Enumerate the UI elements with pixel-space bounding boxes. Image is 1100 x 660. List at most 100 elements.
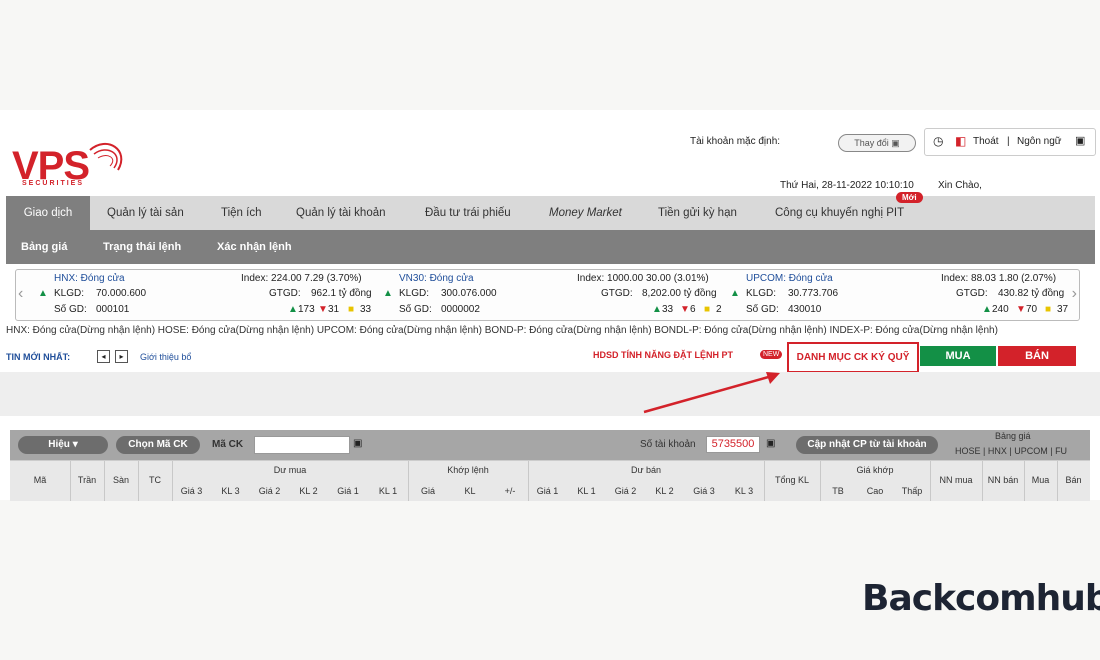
buy-button[interactable]: MUA (920, 346, 996, 366)
up-count: 33 (662, 304, 674, 315)
col-sell: Bán (1065, 475, 1082, 485)
down-count: 70 (1026, 304, 1038, 315)
bid-vol-3: KL 3 (221, 486, 240, 496)
code-label: Mã CK (212, 439, 244, 450)
stock-code-input[interactable] (254, 436, 350, 454)
sub-nav: Bảng giá Trạng thái lệnh Xác nhận lệnh (6, 230, 1095, 264)
down-count: 31 (328, 304, 340, 315)
account-number-field[interactable]: 5735500 (706, 436, 760, 453)
ask-vol-1: KL 1 (577, 486, 596, 496)
down-count-icon: ▼ (680, 304, 690, 315)
sogd-label: Số GD: (399, 304, 432, 315)
ticker-index: Index: 88.03 1.80 (2.07%) (941, 273, 1057, 284)
new-tag: NEW (760, 350, 783, 359)
change-account-button[interactable]: Thay đổi ▣ (838, 134, 916, 152)
bid-price-3: Giá 3 (180, 486, 203, 496)
up-count: 173 (298, 304, 315, 315)
flat-count-icon: ■ (704, 304, 711, 315)
sogd-value: 430010 (788, 304, 822, 315)
up-count: 240 (992, 304, 1009, 315)
ask-vol-2: KL 2 (655, 486, 674, 496)
code-search-icon[interactable]: ▣ (353, 438, 362, 449)
nav-bond-investment[interactable]: Đầu tư trái phiếu (425, 196, 511, 230)
board-hnx[interactable]: HNX (988, 446, 1007, 456)
ask-vol-3: KL 3 (734, 486, 754, 496)
nav-term-deposit[interactable]: Tiền gửi kỳ hạn (658, 196, 737, 230)
bid-vol-2: KL 2 (299, 486, 318, 496)
nav-pit-tool[interactable]: Công cụ khuyến nghị PIT (775, 196, 904, 230)
default-account-label: Tài khoản mặc định: (690, 136, 781, 147)
language-link[interactable]: Ngôn ngữ (1017, 136, 1062, 147)
logout-icon[interactable]: ◧ (955, 134, 966, 148)
ticker-next-icon[interactable]: › (1072, 285, 1077, 303)
vps-trading-screen: VPS SECURITIES Tài khoản mặc định: Thay … (0, 110, 1100, 501)
nav-asset-management[interactable]: Quản lý tài sản (107, 196, 184, 230)
news-next-icon[interactable]: ▸ (115, 350, 128, 363)
divider: | (1007, 136, 1010, 147)
flat-count: 2 (716, 304, 722, 315)
subnav-order-status[interactable]: Trạng thái lệnh (103, 230, 181, 264)
news-link[interactable]: Giới thiệu bổ (140, 352, 191, 362)
col-reference: TC (149, 475, 161, 485)
sogd-value: 0000002 (441, 304, 480, 315)
board-options: HOSE | HNX | UPCOM | FU (955, 446, 1068, 456)
ticker-prev-icon[interactable]: ‹ (18, 285, 23, 303)
nav-utilities[interactable]: Tiện ích (221, 196, 261, 230)
sogd-value: 000101 (96, 304, 130, 315)
klgd-label: KLGD: (54, 288, 85, 299)
ticker-index: Index: 224.00 7.29 (3.70%) (241, 273, 362, 284)
nav-money-market[interactable]: Money Market (549, 196, 622, 230)
list-select[interactable]: Hiệu ▾ (18, 436, 108, 454)
order-guide-link[interactable]: HDSD TÍNH NĂNG ĐẶT LỆNH PT (593, 350, 733, 360)
price-board-header: Mã Trần Sàn TC Dư mua Giá 3 KL 3 Giá 2 K… (10, 460, 1090, 501)
col-ceiling: Trần (77, 475, 97, 485)
col-foreign-sell: NN bán (987, 475, 1019, 485)
klgd-label: KLGD: (746, 288, 777, 299)
choose-code-button[interactable]: Chọn Mã CK (116, 436, 200, 454)
board-upcom[interactable]: UPCOM (1014, 446, 1048, 456)
ticker-market-name: UPCOM: Đóng cửa (746, 273, 833, 284)
col-code: Mã (33, 475, 47, 485)
margin-watchlist-button[interactable]: DANH MỤC CK KÝ QUỸ (787, 342, 919, 373)
language-dropdown-icon[interactable]: ▣ (1075, 134, 1085, 147)
update-from-account-button[interactable]: Cập nhật CP từ tài khoản (796, 436, 938, 454)
gtgd-value: 8,202.00 tỷ đồng (642, 288, 717, 299)
separator-band (0, 372, 1100, 416)
sogd-label: Số GD: (746, 304, 779, 315)
klgd-value: 300.076.000 (441, 288, 497, 299)
ticker-market-name: VN30: Đóng cửa (399, 273, 474, 284)
up-arrow-icon: ▲ (730, 288, 740, 299)
bid-price-2: Giá 2 (258, 486, 281, 496)
watermark-logo: Backcomhub (862, 578, 1100, 619)
logout-link[interactable]: Thoát (973, 136, 999, 147)
gtgd-label: GTGD: (269, 288, 301, 299)
main-nav: Giao dịch Quản lý tài sản Tiện ích Quản … (6, 192, 1095, 230)
datetime: Thứ Hai, 28-11-2022 10:10:10 (780, 180, 914, 191)
sell-button[interactable]: BÁN (998, 346, 1076, 366)
klgd-value: 30.773.706 (788, 288, 839, 299)
logo-subtitle: SECURITIES (22, 180, 85, 187)
board-hose[interactable]: HOSE (955, 446, 981, 456)
bid-vol-1: KL 1 (378, 486, 398, 496)
gtgd-value: 962.1 tỷ đồng (311, 288, 372, 299)
ask-price-3: Giá 3 (693, 486, 715, 496)
match-price: Giá (420, 486, 435, 496)
filter-bar: Hiệu ▾ Chọn Mã CK Mã CK ▣ Số tài khoản 5… (10, 430, 1090, 460)
nav-account-management[interactable]: Quản lý tài khoản (296, 196, 386, 230)
down-count: 6 (690, 304, 696, 315)
nav-trading[interactable]: Giao dịch (6, 196, 90, 230)
up-arrow-icon: ▲ (383, 288, 393, 299)
subnav-price-board[interactable]: Bảng giá (21, 230, 67, 264)
dropdown-icon: ▣ (891, 138, 900, 148)
account-dropdown-icon[interactable]: ▣ (766, 438, 775, 449)
up-count-icon: ▲ (982, 304, 992, 315)
bid-price-1: Giá 1 (337, 486, 359, 496)
group-ask: Dư bán (630, 465, 662, 475)
gtgd-label: GTGD: (956, 288, 988, 299)
subnav-order-confirm[interactable]: Xác nhận lệnh (217, 230, 292, 264)
greeting: Xin Chào, (938, 180, 982, 191)
clock-icon[interactable]: ◷ (933, 134, 943, 148)
news-prev-icon[interactable]: ◂ (97, 350, 110, 363)
col-floor: Sàn (112, 475, 129, 485)
board-fu[interactable]: FU (1055, 446, 1067, 456)
